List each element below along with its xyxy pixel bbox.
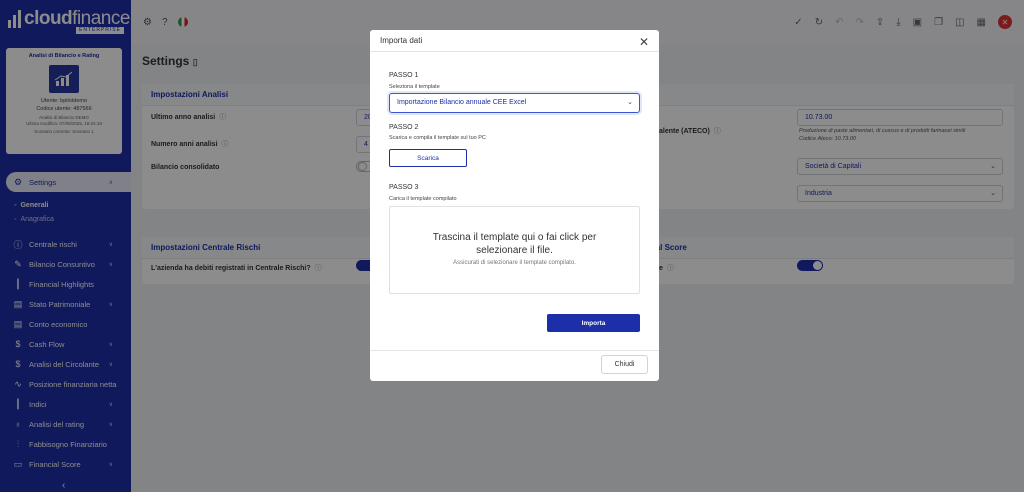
step3-title: PASSO 3 (389, 184, 419, 191)
dropzone-hint: Assicurati di selezionare il template co… (453, 260, 576, 266)
import-button[interactable]: Importa (547, 314, 640, 332)
chevron-down-icon: ⌄ (627, 99, 633, 106)
close-button[interactable]: Chiudi (601, 355, 648, 374)
step1-description: Seleziona il template (389, 84, 440, 90)
modal-title: Importa dati (370, 30, 659, 52)
step1-title: PASSO 1 (389, 72, 419, 79)
close-icon[interactable]: ✕ (639, 35, 649, 49)
step2-description: Scarica e compila il template sul tuo PC (389, 135, 486, 141)
step2-title: PASSO 2 (389, 124, 419, 131)
step3-description: Carica il template compilato (389, 196, 457, 202)
import-data-modal: Importa dati ✕ PASSO 1 Seleziona il temp… (370, 30, 659, 381)
dropzone-title: Trascina il template qui o fai click per… (432, 232, 597, 256)
download-template-button[interactable]: Scarica (389, 149, 467, 167)
template-select[interactable]: Importazione Bilancio annuale CEE Excel … (389, 93, 640, 113)
modal-footer-divider (370, 350, 659, 351)
file-dropzone[interactable]: Trascina il template qui o fai click per… (389, 206, 640, 294)
